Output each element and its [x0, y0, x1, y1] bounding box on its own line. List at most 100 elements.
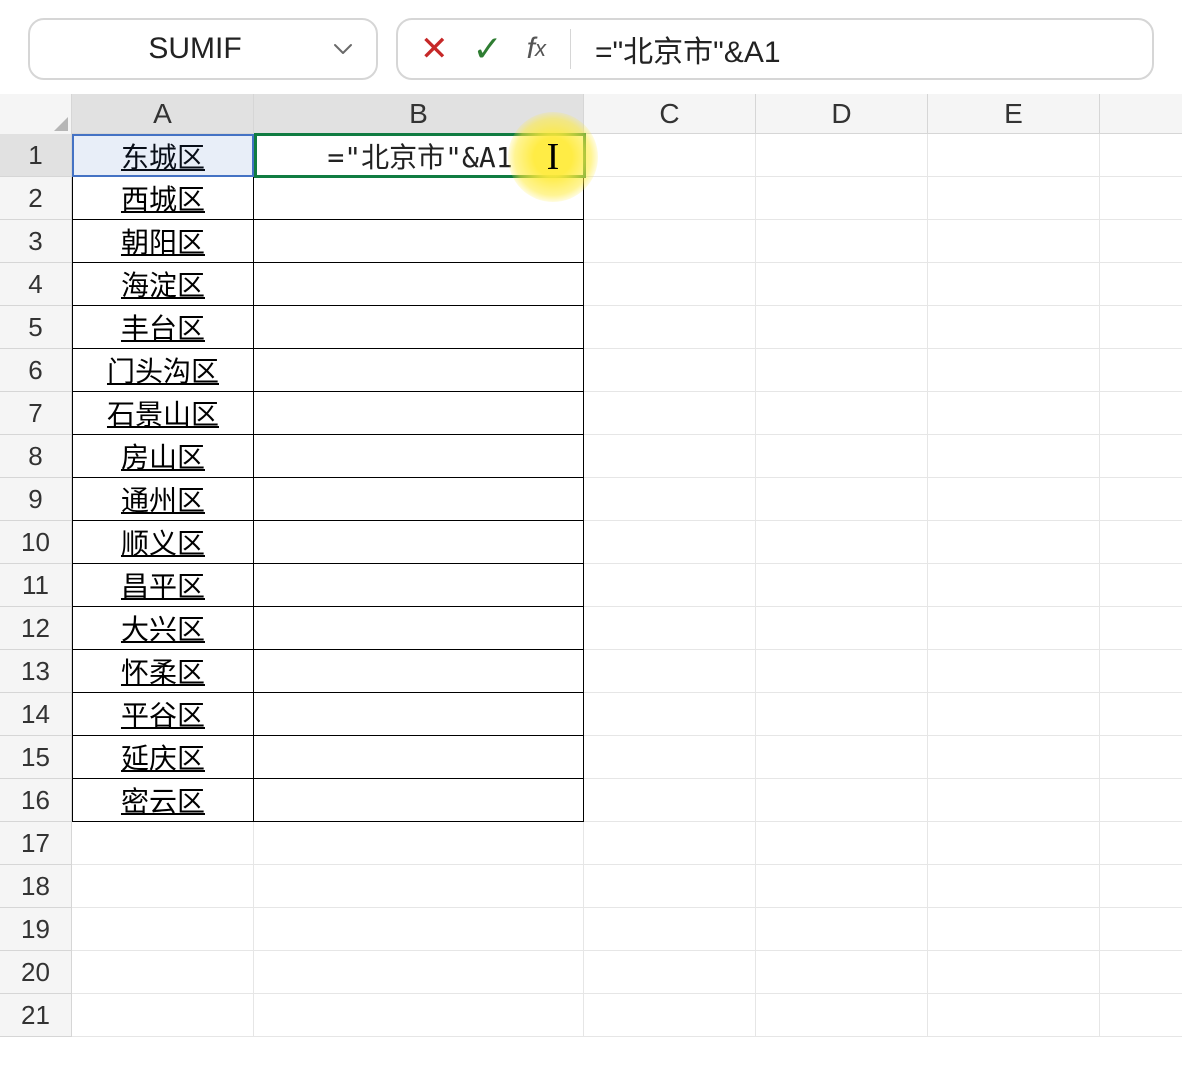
- cell[interactable]: [928, 306, 1100, 349]
- cell[interactable]: 顺义区: [72, 521, 254, 564]
- cell[interactable]: [254, 134, 584, 177]
- cell[interactable]: [928, 650, 1100, 693]
- confirm-icon[interactable]: ✓: [473, 28, 503, 70]
- cell[interactable]: [584, 736, 756, 779]
- cell[interactable]: [254, 177, 584, 220]
- col-header-C[interactable]: C: [584, 94, 756, 133]
- cell[interactable]: [254, 306, 584, 349]
- cell[interactable]: [584, 349, 756, 392]
- row-header[interactable]: 15: [0, 736, 72, 779]
- cell[interactable]: [584, 435, 756, 478]
- cell[interactable]: [756, 736, 928, 779]
- cell[interactable]: 昌平区: [72, 564, 254, 607]
- cell[interactable]: [928, 693, 1100, 736]
- cell[interactable]: [756, 865, 928, 908]
- cell[interactable]: [928, 220, 1100, 263]
- cell[interactable]: 门头沟区: [72, 349, 254, 392]
- cell[interactable]: [756, 650, 928, 693]
- row-header[interactable]: 7: [0, 392, 72, 435]
- cell[interactable]: 密云区: [72, 779, 254, 822]
- cell[interactable]: 大兴区: [72, 607, 254, 650]
- row-header[interactable]: 16: [0, 779, 72, 822]
- cell[interactable]: [756, 435, 928, 478]
- row-header[interactable]: 19: [0, 908, 72, 951]
- cell[interactable]: [584, 478, 756, 521]
- cell[interactable]: 石景山区: [72, 392, 254, 435]
- cell[interactable]: [254, 263, 584, 306]
- fx-icon[interactable]: fx: [527, 32, 546, 66]
- cell[interactable]: [254, 220, 584, 263]
- cell[interactable]: [928, 865, 1100, 908]
- cell[interactable]: [756, 822, 928, 865]
- cell[interactable]: 怀柔区: [72, 650, 254, 693]
- cell[interactable]: [584, 779, 756, 822]
- cell[interactable]: [1100, 306, 1182, 349]
- row-header[interactable]: 17: [0, 822, 72, 865]
- name-box[interactable]: SUMIF: [28, 18, 378, 80]
- col-header-A[interactable]: A: [72, 94, 254, 133]
- cell[interactable]: [254, 607, 584, 650]
- cell[interactable]: [1100, 693, 1182, 736]
- formula-input[interactable]: ="北京市"&A1: [595, 27, 1130, 71]
- cell[interactable]: [1100, 779, 1182, 822]
- cell[interactable]: [756, 220, 928, 263]
- cell[interactable]: [72, 908, 254, 951]
- cell[interactable]: [1100, 865, 1182, 908]
- cell[interactable]: [1100, 435, 1182, 478]
- cell[interactable]: [928, 349, 1100, 392]
- cell[interactable]: [584, 177, 756, 220]
- row-header[interactable]: 1: [0, 134, 72, 177]
- cell[interactable]: [72, 994, 254, 1037]
- cell[interactable]: [928, 564, 1100, 607]
- cell[interactable]: [756, 349, 928, 392]
- cell[interactable]: 房山区: [72, 435, 254, 478]
- cell[interactable]: [254, 435, 584, 478]
- cell[interactable]: 海淀区: [72, 263, 254, 306]
- row-header[interactable]: 3: [0, 220, 72, 263]
- cell[interactable]: 延庆区: [72, 736, 254, 779]
- cell[interactable]: [584, 908, 756, 951]
- chevron-down-icon[interactable]: [332, 38, 354, 60]
- cell[interactable]: [584, 607, 756, 650]
- cell[interactable]: [1100, 392, 1182, 435]
- cell[interactable]: [584, 865, 756, 908]
- cell[interactable]: [584, 822, 756, 865]
- cell[interactable]: [756, 564, 928, 607]
- cell[interactable]: [928, 392, 1100, 435]
- cell[interactable]: [756, 478, 928, 521]
- cell[interactable]: [928, 736, 1100, 779]
- cell[interactable]: [1100, 951, 1182, 994]
- cell[interactable]: [756, 134, 928, 177]
- cell[interactable]: [72, 822, 254, 865]
- cancel-icon[interactable]: ✕: [420, 29, 449, 69]
- cell[interactable]: [928, 994, 1100, 1037]
- cell[interactable]: [584, 994, 756, 1037]
- cell[interactable]: [254, 650, 584, 693]
- cell[interactable]: [584, 564, 756, 607]
- cell[interactable]: [756, 908, 928, 951]
- cell[interactable]: [756, 263, 928, 306]
- cell[interactable]: [584, 521, 756, 564]
- col-header-E[interactable]: E: [928, 94, 1100, 133]
- cell[interactable]: [928, 822, 1100, 865]
- row-header[interactable]: 21: [0, 994, 72, 1037]
- cell[interactable]: [254, 392, 584, 435]
- cell[interactable]: [1100, 478, 1182, 521]
- cell[interactable]: [756, 306, 928, 349]
- cell[interactable]: [584, 306, 756, 349]
- cell[interactable]: [1100, 650, 1182, 693]
- row-header[interactable]: 10: [0, 521, 72, 564]
- row-header[interactable]: 8: [0, 435, 72, 478]
- cell[interactable]: 朝阳区: [72, 220, 254, 263]
- cell[interactable]: [756, 607, 928, 650]
- cell[interactable]: [756, 693, 928, 736]
- col-header-B[interactable]: B: [254, 94, 584, 133]
- cell[interactable]: [1100, 564, 1182, 607]
- cell[interactable]: [254, 822, 584, 865]
- cell[interactable]: [254, 994, 584, 1037]
- cell[interactable]: [756, 392, 928, 435]
- cell[interactable]: [254, 779, 584, 822]
- cell[interactable]: 丰台区: [72, 306, 254, 349]
- cell[interactable]: 西城区: [72, 177, 254, 220]
- cell[interactable]: [1100, 177, 1182, 220]
